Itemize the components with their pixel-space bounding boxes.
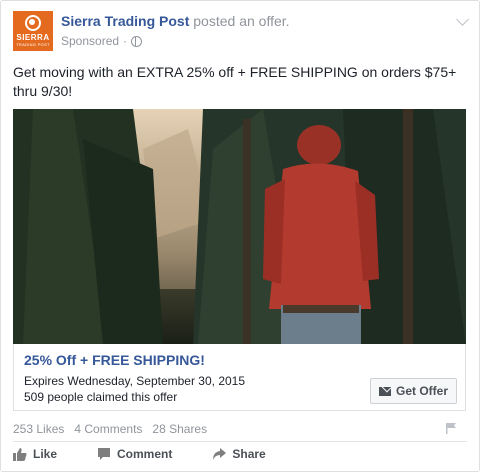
action-bar: Like Comment Share: [13, 447, 306, 461]
offer-photo[interactable]: [13, 109, 466, 345]
offer-expiration: Expires Wednesday, September 30, 2015: [24, 374, 246, 388]
post-message: Get moving with an EXTRA 25% off + FREE …: [13, 64, 457, 99]
globe-icon: [131, 35, 143, 47]
post-meta: Sponsored ·: [61, 34, 290, 48]
share-button[interactable]: Share: [212, 447, 266, 461]
chevron-down-icon[interactable]: [456, 13, 469, 26]
comment-label: Comment: [117, 447, 173, 461]
header-text: Sierra Trading Post posted an offer. Spo…: [61, 12, 290, 51]
share-arrow-icon: [213, 448, 227, 460]
action-divider: [13, 441, 467, 442]
comments-count[interactable]: 4 Comments: [74, 422, 142, 436]
offer-title[interactable]: 25% Off + FREE SHIPPING!: [24, 352, 205, 368]
post-header: SIERRA TRADING POST Sierra Trading Post …: [13, 11, 290, 51]
meta-separator: ·: [123, 34, 128, 48]
offer-claimed-count: 509 people claimed this offer: [24, 390, 178, 404]
engagement-stats: 253 Likes 4 Comments 28 Shares: [13, 422, 217, 436]
shares-count[interactable]: 28 Shares: [152, 422, 207, 436]
likes-count[interactable]: 253 Likes: [13, 422, 64, 436]
comment-bubble-icon: [98, 448, 111, 460]
get-offer-label: Get Offer: [395, 384, 448, 398]
like-label: Like: [33, 447, 58, 461]
post-action-text: posted an offer.: [193, 13, 290, 29]
header-name-line: Sierra Trading Post posted an offer.: [61, 12, 290, 30]
sierra-logo-icon: [25, 15, 41, 31]
logo-subtext: TRADING POST: [16, 42, 50, 47]
page-name-link[interactable]: Sierra Trading Post: [61, 13, 189, 29]
offer-link-box[interactable]: 25% Off + FREE SHIPPING! Expires Wednesd…: [13, 344, 466, 411]
thumbs-up-icon: [13, 448, 27, 461]
page-avatar-logo[interactable]: SIERRA TRADING POST: [13, 11, 53, 51]
get-offer-button[interactable]: Get Offer: [369, 378, 457, 404]
logo-text: SIERRA: [16, 33, 50, 42]
share-label: Share: [232, 447, 266, 461]
flag-icon[interactable]: [445, 422, 457, 434]
forest-hiker-image: [13, 109, 466, 345]
comment-button[interactable]: Comment: [97, 447, 172, 461]
sponsored-label[interactable]: Sponsored: [61, 34, 119, 48]
ad-post-card: SIERRA TRADING POST Sierra Trading Post …: [0, 0, 480, 472]
envelope-icon: [378, 386, 391, 396]
like-button[interactable]: Like: [13, 447, 57, 461]
